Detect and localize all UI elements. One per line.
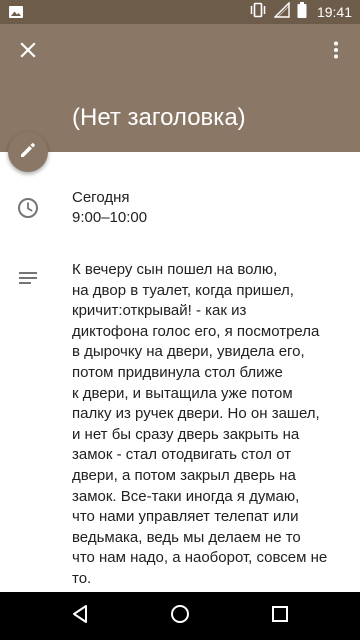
close-icon: [20, 41, 36, 63]
screen: 19:41 (Нет заголовка) Сегодня 9:00–10:00…: [0, 0, 360, 640]
edit-icon: [19, 141, 37, 164]
close-button[interactable]: [12, 36, 44, 68]
event-datetime: Сегодня 9:00–10:00: [72, 188, 147, 228]
image-icon: [8, 4, 24, 20]
event-title: (Нет заголовка): [72, 104, 246, 131]
recents-icon: [271, 605, 289, 628]
clock-icon: [16, 196, 40, 220]
signal-icon: [273, 0, 290, 23]
status-time: 19:41: [316, 4, 352, 20]
battery-icon: [297, 1, 307, 23]
edit-button[interactable]: [8, 132, 48, 172]
more-vert-icon: [333, 41, 339, 64]
back-button[interactable]: [64, 600, 96, 632]
notes-icon: [16, 266, 40, 290]
event-date: Сегодня: [72, 189, 130, 206]
recents-button[interactable]: [264, 600, 296, 632]
home-button[interactable]: [164, 600, 196, 632]
home-icon: [170, 604, 190, 629]
back-icon: [71, 604, 89, 629]
event-description: К вечеру сын пошел на волю, на двор в ту…: [72, 261, 328, 587]
more-options-button[interactable]: [320, 36, 352, 68]
event-time: 9:00–10:00: [72, 209, 148, 226]
status-bar: 19:41: [0, 0, 360, 24]
vibrate-icon: [249, 2, 267, 23]
navigation-bar: [0, 592, 360, 640]
header: (Нет заголовка): [0, 24, 360, 152]
